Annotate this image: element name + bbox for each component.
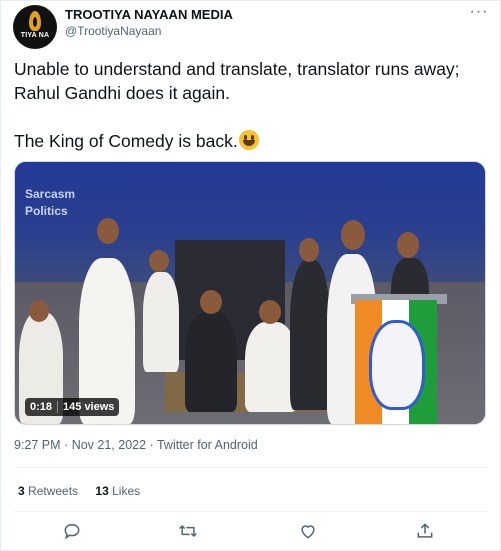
tweet-source[interactable]: Twitter for Android [157,438,258,452]
retweet-icon[interactable] [178,521,200,543]
tweet-stats: 3 Retweets 13 Likes [18,484,154,498]
video-figure [143,272,179,372]
retweets-count: 3 [18,484,25,498]
reply-icon[interactable] [62,521,84,543]
tweet-time[interactable]: 9:27 PM [14,438,61,452]
video-flag [355,300,437,424]
hand-symbol-icon [369,320,425,410]
video-figure-head [149,250,169,272]
tweet-text-line: Unable to understand and translate, tran… [14,59,460,103]
video-figure-head [341,220,365,250]
likes-stat[interactable]: 13 Likes [95,484,140,498]
video-figure-head [29,300,49,322]
logo-flame-icon [29,11,41,31]
tweet-text-line: The King of Comedy is back. [14,131,238,151]
tweet-text: Unable to understand and translate, tran… [14,57,490,153]
video-duration: 0:18 [30,401,53,413]
watermark-line: Sarcasm [25,187,76,201]
video-info-badge: 0:18 145 views [25,398,120,416]
tweet-card: TIYA NA TROOTIYA NAYAAN MEDIA @TrootiyaN… [0,0,501,551]
more-icon[interactable]: ··· [469,3,489,21]
watermark-line: Politics [25,204,68,218]
tweet-date[interactable]: Nov 21, 2022 [72,438,146,452]
video-figure [290,260,330,410]
retweets-label: Retweets [28,484,79,498]
avatar-text: TIYA NA [20,32,50,39]
video-figure-head [259,300,281,324]
avatar[interactable]: TIYA NA [13,5,57,49]
video-watermark: Sarcasm Politics [25,186,75,220]
tweet-metadata: 9:27 PM · Nov 21, 2022 · Twitter for And… [14,438,258,452]
video-views: 145 views [63,401,115,413]
video-figure-head [200,290,222,314]
user-handle[interactable]: @TrootiyaNayaan [65,24,161,38]
tweet-actions [1,517,501,547]
likes-count: 13 [95,484,109,498]
video-figure-head [97,218,119,244]
retweets-stat[interactable]: 3 Retweets [18,484,81,498]
display-name[interactable]: TROOTIYA NAYAAN MEDIA [65,7,233,22]
likes-label: Likes [112,484,141,498]
video-figure-head [397,232,419,258]
video-figure-head [299,238,319,262]
video-figure [185,312,237,412]
video-player[interactable]: Sarcasm Politics 0:18 145 views [14,161,486,425]
share-icon[interactable] [415,521,437,543]
divider [14,467,488,468]
divider [14,511,488,512]
like-icon[interactable] [298,521,320,543]
grinning-face-emoji-icon [238,130,259,150]
